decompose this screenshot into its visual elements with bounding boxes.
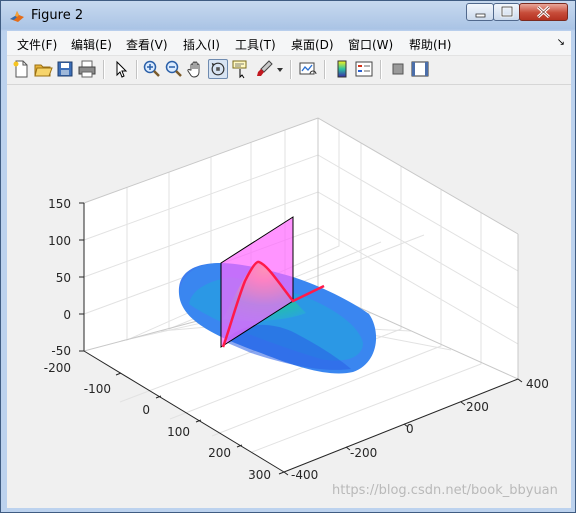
minimize-button[interactable]	[466, 3, 494, 21]
y-tick-label: 100	[167, 425, 190, 439]
dock-arrow-icon[interactable]: ↘	[557, 37, 565, 48]
y-tick-label: 200	[208, 446, 231, 460]
x-tick-label: -200	[350, 446, 377, 460]
figure-window: Figure 2 文件(F) 编辑(E) 查看(V) 插入(I) 工具(T) 桌…	[0, 0, 576, 513]
pan-hand-icon[interactable]	[186, 59, 206, 79]
brush-icon[interactable]	[255, 59, 275, 79]
menu-view[interactable]: 查看(V)	[126, 36, 168, 53]
close-icon	[536, 5, 551, 19]
y-tick-label: -100	[84, 382, 111, 396]
z-tick-label: 50	[56, 271, 71, 285]
save-icon[interactable]	[55, 59, 75, 79]
open-file-icon[interactable]	[33, 59, 53, 79]
figure-canvas: 150 100 50 0 -50 -200 -100 0 100 200 300…	[7, 85, 571, 508]
zoom-in-icon[interactable]	[142, 59, 162, 79]
y-tick-label: -200	[44, 361, 71, 375]
figure-client-area: 文件(F) 编辑(E) 查看(V) 插入(I) 工具(T) 桌面(D) 窗口(W…	[7, 31, 571, 508]
maximize-icon	[500, 5, 514, 18]
watermark-text: https://blog.csdn.net/book_bbyuan	[332, 483, 558, 498]
link-plot-icon[interactable]	[298, 59, 318, 79]
title-bar[interactable]: Figure 2	[1, 1, 576, 31]
maximize-button[interactable]	[493, 3, 520, 21]
x-tick-label: 400	[526, 377, 549, 391]
edit-plot-arrow-icon[interactable]	[111, 59, 131, 79]
menu-insert[interactable]: 插入(I)	[183, 36, 220, 53]
window-title: Figure 2	[31, 8, 84, 23]
z-tick-label: 150	[48, 197, 71, 211]
axes-3d[interactable]: 150 100 50 0 -50 -200 -100 0 100 200 300…	[7, 85, 571, 508]
print-icon[interactable]	[77, 59, 97, 79]
colorbar-icon[interactable]	[332, 59, 352, 79]
z-tick-label: 0	[63, 308, 71, 322]
show-plot-tools-icon[interactable]	[410, 59, 430, 79]
x-tick-label: 0	[406, 422, 414, 436]
menu-tools[interactable]: 工具(T)	[235, 36, 276, 53]
menu-file[interactable]: 文件(F)	[17, 36, 57, 53]
new-figure-icon[interactable]	[11, 59, 31, 79]
hide-plot-tools-icon[interactable]	[388, 59, 408, 79]
zoom-out-icon[interactable]	[164, 59, 184, 79]
figure-toolbar	[7, 56, 571, 85]
menu-window[interactable]: 窗口(W)	[348, 36, 393, 53]
menu-desktop[interactable]: 桌面(D)	[291, 36, 334, 53]
rotate-3d-icon[interactable]	[208, 59, 228, 79]
legend-icon[interactable]	[354, 59, 374, 79]
z-tick-label: 100	[48, 234, 71, 248]
matlab-logo-icon	[10, 11, 24, 22]
menu-edit[interactable]: 编辑(E)	[71, 36, 112, 53]
brush-dropdown-icon[interactable]	[275, 59, 285, 79]
y-tick-label: 300	[248, 468, 271, 482]
x-tick-label: 200	[466, 400, 489, 414]
minimize-icon	[475, 13, 486, 18]
data-cursor-icon[interactable]	[231, 59, 251, 79]
y-tick-label: 0	[142, 403, 150, 417]
z-tick-label: -50	[51, 344, 71, 358]
menu-bar: 文件(F) 编辑(E) 查看(V) 插入(I) 工具(T) 桌面(D) 窗口(W…	[7, 31, 571, 56]
x-tick-label: -400	[291, 468, 318, 482]
menu-help[interactable]: 帮助(H)	[409, 36, 451, 53]
close-button[interactable]	[519, 3, 568, 21]
